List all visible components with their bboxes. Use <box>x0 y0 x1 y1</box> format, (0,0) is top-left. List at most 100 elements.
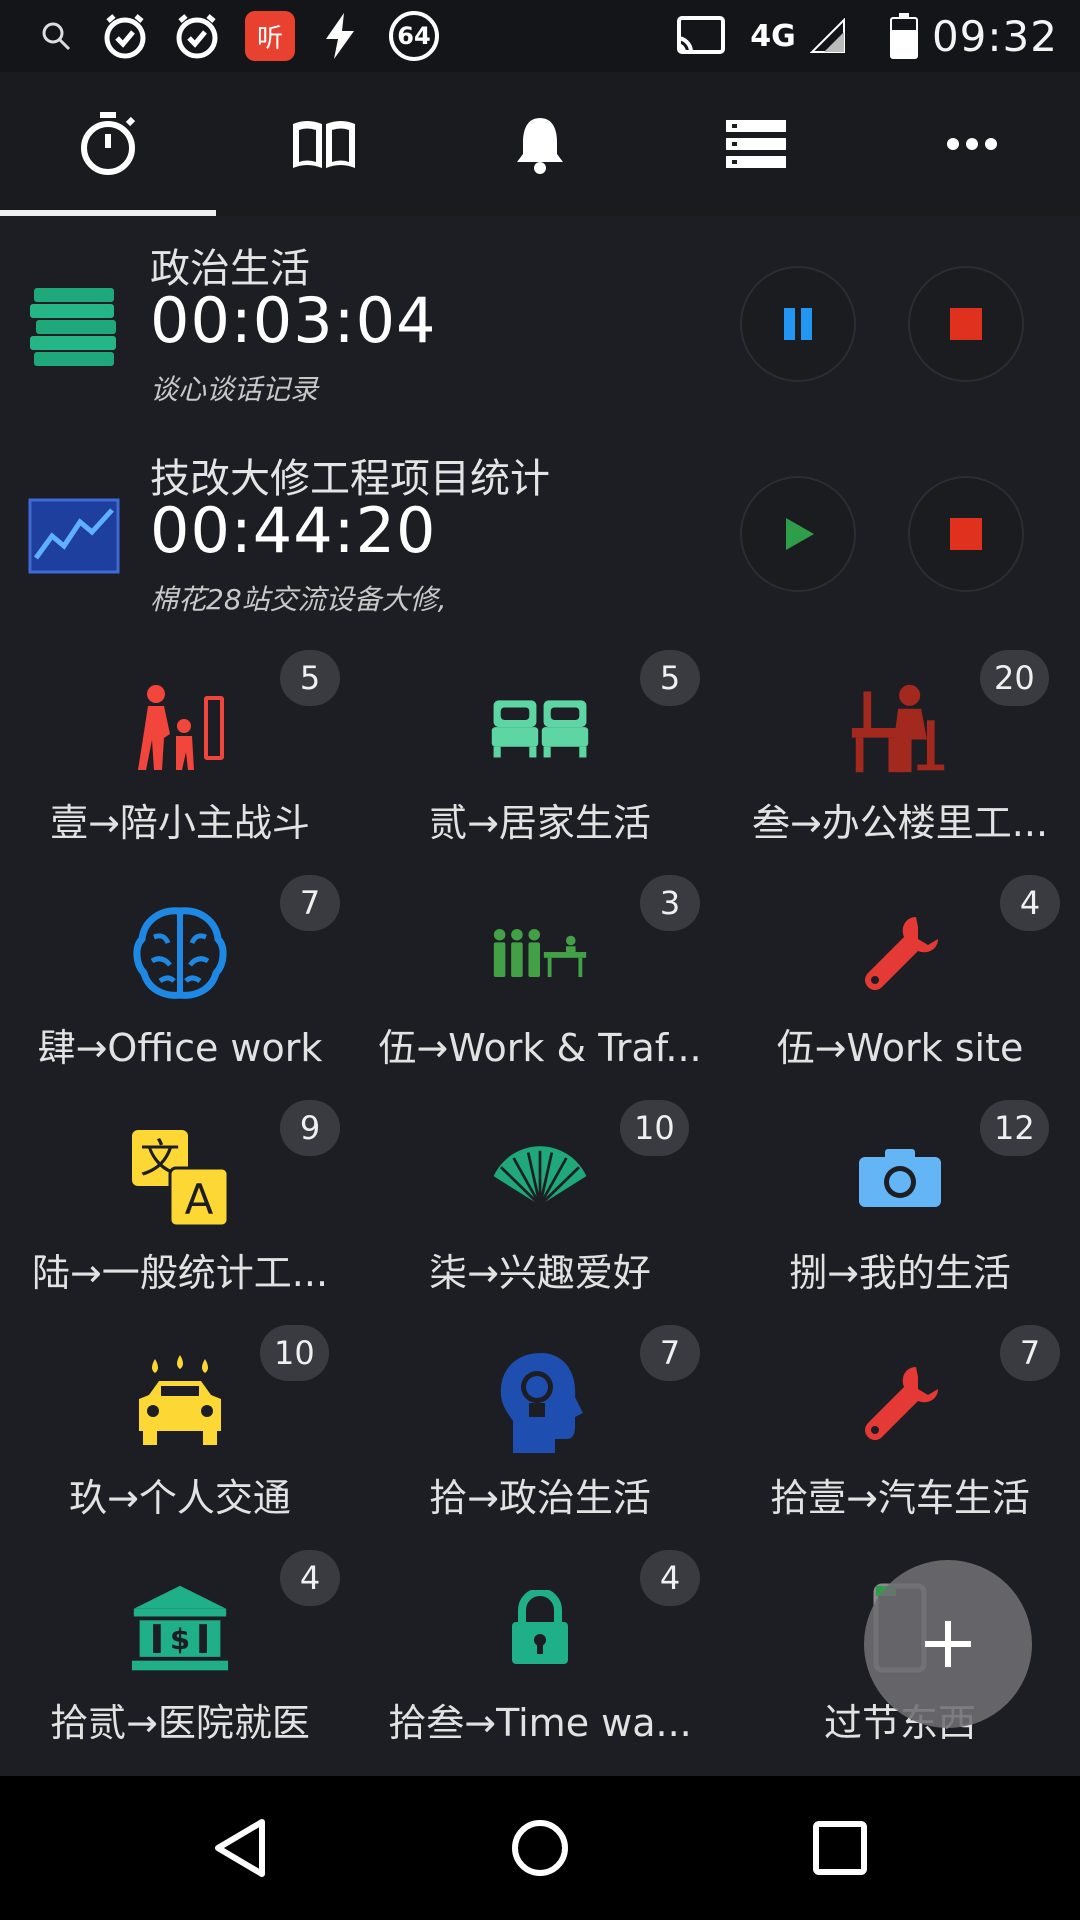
active-timer-row[interactable]: 技改大修工程项目统计 00:44:20 棉花28站交流设备大修, <box>0 440 1080 650</box>
category-tile[interactable]: 文 A 9 陆→一般统计工... <box>0 1090 360 1315</box>
category-label: 伍→Work site <box>776 1026 1024 1070</box>
network-4g-icon: 4G <box>750 18 796 54</box>
category-tile[interactable]: 7 拾壹→汽车生活 <box>720 1315 1080 1540</box>
stop-button[interactable] <box>908 266 1024 382</box>
timer-elapsed: 00:03:04 <box>150 284 437 357</box>
count-badge: 7 <box>640 1325 700 1381</box>
count-badge: 3 <box>640 875 700 931</box>
tab-bar <box>0 72 1080 216</box>
count-badge: 7 <box>1000 1325 1060 1381</box>
count-badge: 5 <box>280 650 340 706</box>
head-idea-icon <box>490 1353 590 1453</box>
count-badge: 12 <box>980 1100 1049 1156</box>
back-button[interactable] <box>140 1776 340 1920</box>
cast-icon <box>674 10 726 62</box>
category-label: 肆→Office work <box>37 1026 323 1070</box>
timer-note: 谈心谈话记录 <box>150 373 319 406</box>
count-badge: 20 <box>980 650 1049 706</box>
pause-button[interactable] <box>740 266 856 382</box>
search-icon <box>36 10 76 62</box>
book-icon <box>293 121 355 168</box>
count-badge: 4 <box>640 1550 700 1606</box>
bank-icon: $ <box>130 1578 230 1678</box>
brain-icon <box>130 903 230 1003</box>
active-timer-row[interactable]: 政治生活 00:03:04 谈心谈话记录 <box>0 230 1080 440</box>
recents-button[interactable] <box>740 1776 940 1920</box>
plus-icon <box>925 1621 971 1667</box>
clock: 09:32 <box>931 12 1058 61</box>
category-label: 壹→陪小主战斗 <box>50 801 310 845</box>
lightning-icon <box>318 10 362 62</box>
category-label: 叁→办公楼里工... <box>751 801 1049 845</box>
category-label: 伍→Work & Traf... <box>378 1026 702 1070</box>
more-icon <box>947 138 997 150</box>
stop-icon <box>950 308 982 340</box>
svg-text:$: $ <box>170 1622 190 1656</box>
category-label: 拾贰→医院就医 <box>50 1701 310 1745</box>
category-tile[interactable]: 20 叁→办公楼里工... <box>720 640 1080 865</box>
category-label: 柒→兴趣爱好 <box>429 1251 651 1295</box>
team-meeting-icon <box>490 903 590 1003</box>
car-wash-icon <box>130 1353 230 1453</box>
stopwatch-icon <box>81 112 136 175</box>
category-tile[interactable]: 5 壹→陪小主战斗 <box>0 640 360 865</box>
category-tile[interactable]: 7 拾→政治生活 <box>360 1315 720 1540</box>
count-badge: 4 <box>280 1550 340 1606</box>
count-badge-icon: 64 <box>388 10 440 62</box>
category-tile[interactable]: 10 玖→个人交通 <box>0 1315 360 1540</box>
recents-icon <box>813 1821 867 1875</box>
tab-more[interactable] <box>864 72 1080 216</box>
count-badge: 9 <box>280 1100 340 1156</box>
category-tile[interactable]: 12 捌→我的生活 <box>720 1090 1080 1315</box>
timer-elapsed: 00:44:20 <box>150 494 437 567</box>
alarm-icon <box>98 10 152 62</box>
alarm-icon <box>170 10 224 62</box>
camera-icon <box>850 1128 950 1228</box>
category-tile[interactable]: 4 拾叁→Time wa... <box>360 1540 720 1765</box>
category-label: 贰→居家生活 <box>429 801 651 845</box>
fan-icon <box>490 1128 590 1228</box>
stop-button[interactable] <box>908 476 1024 592</box>
category-label: 拾→政治生活 <box>429 1476 651 1520</box>
translate-icon: 文 A <box>130 1128 230 1228</box>
office-worker-icon <box>850 678 950 778</box>
play-icon <box>786 518 814 550</box>
home-button[interactable] <box>440 1776 640 1920</box>
category-tile[interactable]: 10 柒→兴趣爱好 <box>360 1090 720 1315</box>
back-icon <box>215 1819 265 1877</box>
category-tile[interactable]: 3 伍→Work & Traf... <box>360 865 720 1090</box>
home-icon <box>512 1820 568 1876</box>
category-tile[interactable]: 4 伍→Work site <box>720 865 1080 1090</box>
category-label: 拾叁→Time wa... <box>388 1701 692 1745</box>
timer-note: 棉花28站交流设备大修, <box>150 583 447 616</box>
stop-icon <box>950 518 982 550</box>
tab-indicator <box>0 210 216 216</box>
app-notification-icon: 听 <box>244 10 296 62</box>
tab-timer[interactable] <box>0 72 216 216</box>
beds-icon <box>490 678 590 778</box>
count-badge: 7 <box>280 875 340 931</box>
category-tile[interactable]: 5 贰→居家生活 <box>360 640 720 865</box>
tab-reminders[interactable] <box>432 72 648 216</box>
count-badge: 10 <box>620 1100 689 1156</box>
list-icon <box>726 120 786 168</box>
tab-journal[interactable] <box>216 72 432 216</box>
tab-list[interactable] <box>648 72 864 216</box>
signal-icon <box>808 10 848 62</box>
count-badge: 10 <box>260 1325 329 1381</box>
category-label: 拾壹→汽车生活 <box>770 1476 1030 1520</box>
books-icon <box>28 280 120 370</box>
category-tile[interactable]: $ 4 拾贰→医院就医 <box>0 1540 360 1765</box>
add-category-button[interactable] <box>864 1560 1032 1728</box>
status-bar: 听 64 4G 09:32 <box>0 0 1080 72</box>
battery-icon <box>886 10 922 62</box>
system-nav-bar <box>0 1776 1080 1920</box>
count-badge: 4 <box>1000 875 1060 931</box>
category-label: 玖→个人交通 <box>69 1476 291 1520</box>
parent-child-icon <box>130 678 230 778</box>
wrench-icon <box>850 903 950 1003</box>
pause-icon <box>784 308 812 340</box>
category-tile[interactable]: 7 肆→Office work <box>0 865 360 1090</box>
play-button[interactable] <box>740 476 856 592</box>
svg-text:A: A <box>185 1175 214 1224</box>
